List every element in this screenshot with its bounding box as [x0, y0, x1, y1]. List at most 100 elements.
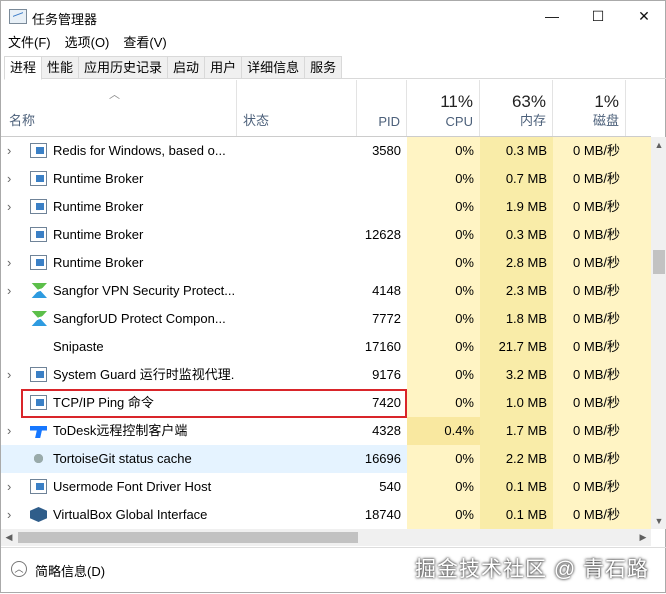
scroll-left-icon[interactable]: ◀ [1, 529, 17, 545]
process-memory: 2.3 MB [480, 277, 553, 305]
footer: ︿ 简略信息(D) 掘金技术社区 @ 青石路 [1, 547, 666, 594]
column-cpu[interactable]: 11% CPU [407, 80, 480, 136]
table-row[interactable]: Snipaste 17160 0% 21.7 MB 0 MB/秒 [1, 333, 651, 361]
column-status-label: 状态 [243, 113, 270, 128]
process-pid: 4148 [372, 283, 401, 298]
process-network-cell [626, 361, 651, 389]
column-disk[interactable]: 1% 磁盘 [553, 80, 626, 136]
table-row[interactable]: › Sangfor VPN Security Protect... 4148 0% 2.… [1, 277, 651, 305]
vertical-scrollbar[interactable]: ▲ ▼ [651, 137, 666, 529]
process-memory: 1.9 MB [480, 193, 553, 221]
expand-chevron-icon[interactable]: › [7, 417, 19, 445]
table-row[interactable]: TortoiseGit status cache 16696 0% 2.2 MB 0 M… [1, 445, 651, 473]
process-pid: 16696 [364, 451, 401, 466]
menu-view[interactable]: 查看(V) [116, 33, 173, 53]
chevron-up-icon[interactable]: ︿ [11, 561, 27, 577]
table-row[interactable]: Runtime Broker 12628 0% 0.3 MB 0 MB/秒 [1, 221, 651, 249]
process-name: ToDesk远程控制客户端 [53, 423, 188, 438]
process-pid: 540 [379, 479, 401, 494]
tab-processes[interactable]: 进程 [4, 56, 43, 80]
process-disk: 0 MB/秒 [553, 417, 626, 445]
process-cpu: 0% [407, 249, 480, 277]
menu-file[interactable]: 文件(F) [1, 33, 58, 53]
table-row[interactable]: SangforUD Protect Compon... 7772 0% 1.8 MB 0… [1, 305, 651, 333]
process-memory: 0.7 MB [480, 165, 553, 193]
column-pid[interactable]: PID [357, 80, 407, 136]
cpu-total: 11% [440, 92, 473, 111]
expand-chevron-icon[interactable]: › [7, 361, 19, 389]
scroll-right-icon[interactable]: ▶ [635, 529, 651, 545]
expand-chevron-icon[interactable]: › [7, 165, 19, 193]
process-pid [357, 165, 401, 193]
tab-startup[interactable]: 启动 [167, 56, 206, 78]
horizontal-scrollbar[interactable]: ◀ ▶ [1, 529, 651, 546]
column-cpu-label: CPU [445, 114, 473, 129]
process-pid: 4328 [372, 423, 401, 438]
column-memory-label: 内存 [519, 113, 546, 128]
close-button[interactable]: ✕ [621, 1, 666, 33]
process-icon [30, 143, 47, 158]
process-name: Runtime Broker [53, 171, 144, 186]
process-icon [30, 199, 47, 214]
horizontal-scroll-thumb[interactable] [18, 532, 358, 543]
expand-chevron-icon[interactable]: › [7, 501, 19, 529]
vertical-scroll-thumb[interactable] [653, 250, 665, 274]
menu-options[interactable]: 选项(O) [58, 33, 117, 53]
process-network-cell [626, 501, 651, 529]
process-cpu: 0% [407, 361, 480, 389]
process-cpu: 0% [407, 333, 480, 361]
column-memory[interactable]: 63% 内存 [480, 80, 553, 136]
expand-chevron-icon[interactable]: › [7, 193, 19, 221]
process-network-cell [626, 389, 651, 417]
table-row[interactable]: › Usermode Font Driver Host 540 0% 0.1 MB 0 M… [1, 473, 651, 501]
expand-chevron-icon[interactable]: › [7, 249, 19, 277]
maximize-button[interactable]: ☐ [575, 1, 621, 33]
process-pid [357, 249, 401, 277]
watermark: 掘金技术社区 @ 青石路 [415, 558, 649, 581]
process-memory: 1.7 MB [480, 417, 553, 445]
highlight-box [21, 389, 407, 418]
process-network-cell [626, 473, 651, 501]
process-disk: 0 MB/秒 [553, 249, 626, 277]
table-row[interactable]: › Runtime Broker 0% 1.9 MB 0 MB/秒 [1, 193, 651, 221]
process-name: TortoiseGit status cache [53, 451, 192, 466]
tab-app-history[interactable]: 应用历史记录 [78, 56, 169, 78]
table-row[interactable]: › Runtime Broker 0% 0.7 MB 0 MB/秒 [1, 165, 651, 193]
table-row[interactable]: › Runtime Broker 0% 2.8 MB 0 MB/秒 [1, 249, 651, 277]
process-memory: 1.8 MB [480, 305, 553, 333]
minimize-button[interactable]: — [529, 1, 575, 33]
fewer-details-button[interactable]: 简略信息(D) [35, 561, 105, 580]
process-cpu: 0% [407, 165, 480, 193]
table-row[interactable]: › VirtualBox Global Interface 18740 0% 0.1 M… [1, 501, 651, 529]
process-name: Runtime Broker [53, 255, 144, 270]
process-cpu: 0% [407, 193, 480, 221]
process-disk: 0 MB/秒 [553, 389, 626, 417]
column-status[interactable]: 状态 [237, 80, 357, 136]
expand-chevron-icon[interactable]: › [7, 473, 19, 501]
column-name[interactable]: ︿ 名称 [1, 80, 237, 136]
tab-details[interactable]: 详细信息 [241, 56, 306, 78]
table-row[interactable]: › Redis for Windows, based o... 3580 0% 0.3 … [1, 137, 651, 165]
process-disk: 0 MB/秒 [553, 137, 626, 165]
process-memory: 2.8 MB [480, 249, 553, 277]
process-icon [30, 255, 47, 270]
tab-performance[interactable]: 性能 [41, 56, 80, 78]
process-memory: 0.3 MB [480, 137, 553, 165]
process-disk: 0 MB/秒 [553, 221, 626, 249]
process-cpu: 0% [407, 221, 480, 249]
process-network-cell [626, 165, 651, 193]
process-disk: 0 MB/秒 [553, 473, 626, 501]
expand-chevron-icon[interactable]: › [7, 137, 19, 165]
expand-chevron-icon[interactable]: › [7, 277, 19, 305]
table-row[interactable]: › System Guard 运行时监视代理... 9176 0% 3.2 MB 0 MB… [1, 361, 651, 389]
table-row[interactable]: › ToDesk远程控制客户端 4328 0.4% 1.7 MB 0 MB/秒 [1, 417, 651, 445]
column-disk-label: 磁盘 [592, 113, 619, 128]
tab-users[interactable]: 用户 [204, 56, 243, 78]
process-cpu: 0.4% [407, 417, 480, 445]
tab-services[interactable]: 服务 [304, 56, 343, 78]
scroll-up-icon[interactable]: ▲ [651, 137, 666, 153]
process-icon [30, 507, 47, 522]
scroll-down-icon[interactable]: ▼ [651, 513, 666, 529]
process-pid: 18740 [364, 507, 401, 522]
column-pid-label: PID [378, 114, 400, 129]
